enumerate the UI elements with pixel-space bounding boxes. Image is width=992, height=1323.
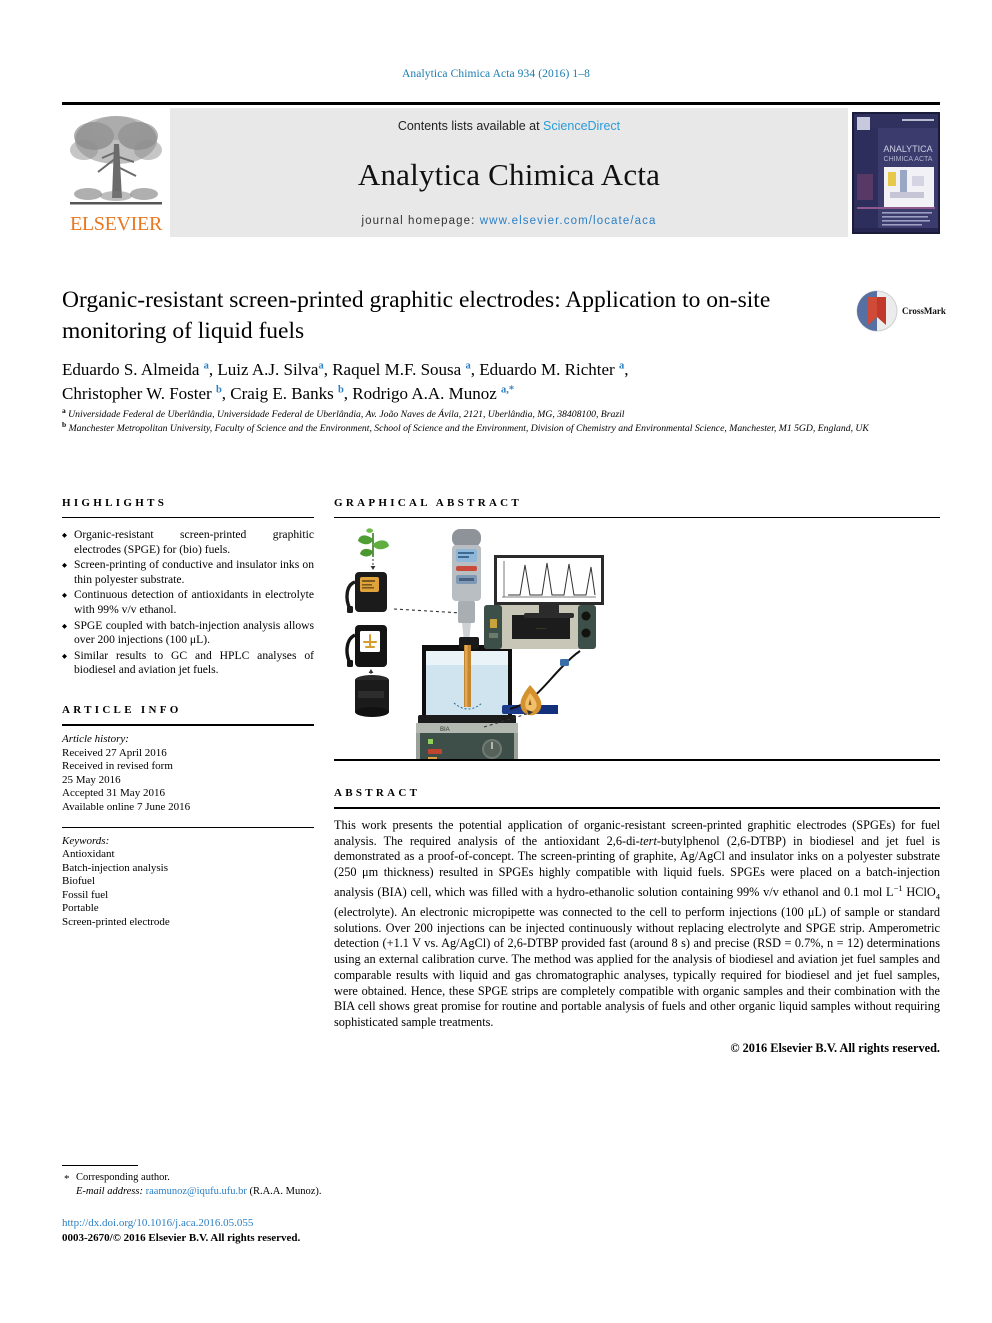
right-column: GRAPHICAL ABSTRACT BIA ····· ABSTRACT Th… [334,497,940,1056]
journal-homepage-line: journal homepage: www.elsevier.com/locat… [362,215,657,227]
affiliation-a-text: Universidade Federal de Uberlândia, Univ… [68,409,625,420]
keyword-item: Screen-printed electrode [62,916,170,929]
graphical-abstract-illustration: BIA ····· [345,528,604,759]
masthead-center: Contents lists available at ScienceDirec… [170,108,848,237]
journal-article-page: Analytica Chimica Acta 934 (2016) 1–8 EL… [0,0,992,1323]
journal-masthead: ELSEVIER Contents lists available at Sci… [62,102,940,237]
svg-text:ANALYTICA: ANALYTICA [883,144,932,154]
article-info-heading: ARTICLE INFO [62,703,182,716]
email-line: E-mail address: raamunoz@iqufu.ufu.br (R… [76,1185,562,1199]
keyword-item: Antioxidant [62,848,115,861]
elsevier-tree-icon [70,116,162,205]
oil-drum-icon [355,675,389,717]
journal-title: Analytica Chimica Acta [357,157,661,192]
issn-copyright-line: 0003-2670/© 2016 Elsevier B.V. All right… [62,1232,301,1244]
page-title: Organic-resistant screen-printed graphit… [62,287,771,344]
abstract-text: This work presents the potential applica… [334,809,940,1031]
author-line-1: Eduardo S. Almeida a, Luiz A.J. Silvaa, … [62,360,629,379]
list-item: Continuous detection of antioxidants in … [62,588,314,617]
crossmark-label: CrossMark [902,306,946,316]
footnote-divider [62,1165,138,1166]
keywords-label: Keywords: [62,834,110,847]
keywords-block: Keywords: Antioxidant Batch-injection an… [62,828,314,930]
corresponding-author-note: * Corresponding author. E-mail address: … [62,1171,562,1199]
homepage-prefix: journal homepage: [361,215,480,227]
list-item: Screen-printing of conductive and insula… [62,558,314,587]
article-history-line: 25 May 2016 [62,773,121,786]
list-item: Organic-resistant screen-printed graphit… [62,528,314,557]
left-column: HIGHLIGHTS Organic-resistant screen-prin… [62,497,314,930]
list-item: Similar results to GC and HPLC analyses … [62,649,314,678]
crossmark-badge[interactable]: CrossMark [856,288,952,334]
svg-text:·····: ····· [536,626,546,632]
crossmark-icon [856,290,898,332]
graphical-abstract-figure: BIA ····· [334,527,940,759]
contents-prefix: Contents lists available at [397,119,544,133]
article-info-section: ARTICLE INFO Article history: Received 2… [62,704,314,930]
running-head: Analytica Chimica Acta 934 (2016) 1–8 [402,68,590,80]
keyword-item: Portable [62,902,99,915]
article-history: Article history: Received 27 April 2016 … [62,726,314,815]
affiliation-b-text: Manchester Metropolitan University, Facu… [68,422,869,434]
doi-link[interactable]: http://dx.doi.org/10.1016/j.aca.2016.05.… [62,1216,562,1231]
homepage-url-link[interactable]: www.elsevier.com/locate/aca [480,215,657,227]
abstract-section: ABSTRACT This work presents the potentia… [334,787,940,1056]
page-footer: * Corresponding author. E-mail address: … [62,1165,562,1246]
abstract-part-3: HClO [902,884,936,899]
doi-block: http://dx.doi.org/10.1016/j.aca.2016.05.… [62,1216,562,1246]
bia-cell-icon [418,637,516,727]
corresponding-author-text: Corresponding author. [76,1172,170,1183]
affiliation-b: b Manchester Metropolitan University, Fa… [62,419,869,434]
graphical-abstract-heading: GRAPHICAL ABSTRACT [334,497,523,509]
abstract-superscript: −1 [893,882,903,893]
contents-available-line: Contents lists available at ScienceDirec… [398,119,620,133]
email-link[interactable]: raamunoz@iqufu.ufu.br [146,1186,247,1197]
abstract-copyright: © 2016 Elsevier B.V. All rights reserved… [730,1040,940,1055]
article-history-line: Available online 7 June 2016 [62,800,191,813]
abstract-tert-italic: tert [639,833,657,848]
highlights-list: Organic-resistant screen-printed graphit… [62,518,314,678]
affiliation-a: a Universidade Federal de Uberlândia, Un… [62,405,625,420]
keyword-item: Batch-injection analysis [62,861,168,874]
micropipette-icon [452,529,481,645]
list-item: SPGE coupled with batch-injection analys… [62,619,314,648]
sciencedirect-link[interactable]: ScienceDirect [543,119,620,133]
graphical-abstract-divider [334,517,940,518]
article-history-line: Received in revised form [62,760,173,773]
elsevier-wordmark: ELSEVIER [69,213,163,235]
abstract-part-4: (electrolyte). An electronic micropipett… [334,905,940,1029]
keyword-item: Biofuel [62,875,95,888]
article-history-line: Received 27 April 2016 [62,746,167,759]
plant-icon [358,528,389,557]
journal-cover-thumbnail: ANALYTICA CHIMICA ACTA [848,108,940,237]
graphical-abstract-bottom-rule [334,759,940,761]
elsevier-logo: ELSEVIER [62,108,170,237]
keyword-item: Fossil fuel [62,888,109,901]
stirrer-base-icon: BIA [416,723,518,759]
svg-text:BIA: BIA [440,727,450,733]
fuel-pump-jetfuel-icon [345,625,387,667]
email-suffix: (R.A.A. Munoz). [249,1186,322,1197]
journal-cover-image: ANALYTICA CHIMICA ACTA [852,111,940,234]
abstract-subscript: 4 [935,891,940,902]
asterisk-icon: * [64,1173,70,1185]
article-history-label: Article history: [62,732,129,745]
article-history-line: Accepted 31 May 2016 [62,787,165,800]
author-list: Eduardo S. Almeida a, Luiz A.J. Silvaa, … [62,358,862,406]
email-label: E-mail address: [76,1186,143,1197]
abstract-heading: ABSTRACT [334,787,421,799]
affiliations: a Universidade Federal de Uberlândia, Un… [62,405,940,435]
author-line-2: Christopher W. Foster b, Craig E. Banks … [62,384,515,403]
title-block: Organic-resistant screen-printed graphit… [62,285,832,347]
highlights-heading: HIGHLIGHTS [62,497,168,509]
fuel-drop-flame-icon [520,685,542,716]
fuel-pump-biodiesel-icon [345,572,387,613]
svg-text:CHIMICA ACTA: CHIMICA ACTA [884,156,933,163]
